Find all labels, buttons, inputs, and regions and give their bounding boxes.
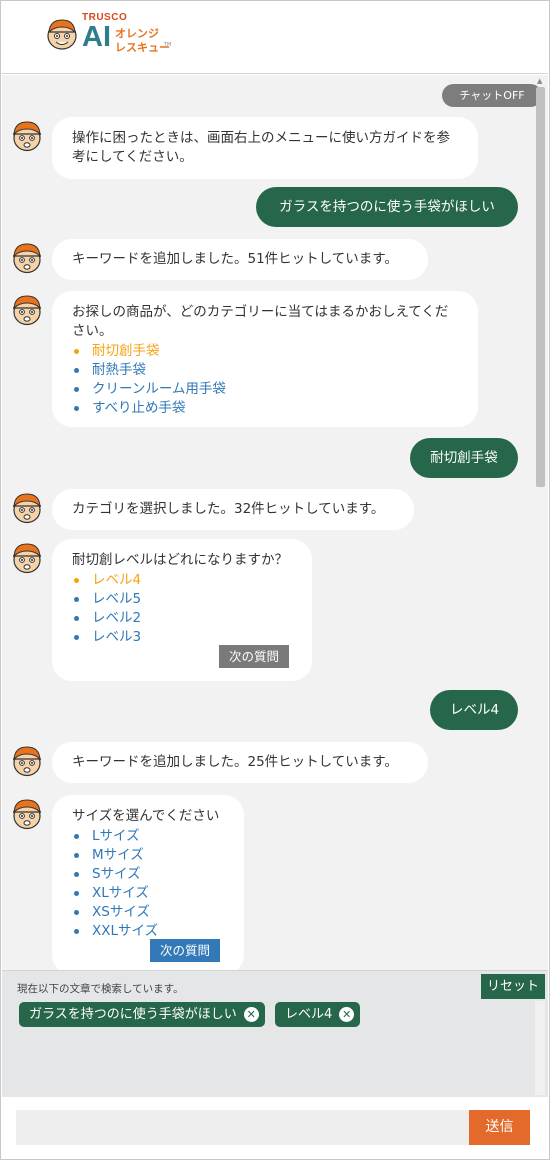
option-item[interactable]: すべり止め手袋 — [72, 399, 458, 418]
message-input[interactable] — [16, 1110, 470, 1145]
logo-trademark: TM — [164, 42, 172, 48]
scroll-up-icon[interactable]: ▲ — [537, 77, 542, 85]
bot-message: キーワードを追加しました。51件ヒットしています。 — [52, 239, 428, 280]
send-button[interactable]: 送信 — [469, 1110, 530, 1145]
close-circle-icon[interactable]: ✕ — [339, 1007, 355, 1022]
option-item-selected[interactable]: 耐切創手袋 — [72, 342, 458, 361]
bot-message: 操作に困ったときは、画面右上のメニューに使い方ガイドを参考にしてください。 — [52, 117, 478, 179]
message-input-bar: 送信 — [2, 1098, 548, 1159]
user-message: 耐切創手袋 — [410, 438, 518, 478]
search-conditions-panel: 現在以下の文章で検索しています。 リセット ガラスを持つのに使う手袋がほしい ✕… — [2, 970, 548, 1097]
search-chip: レベル4 ✕ — [275, 1002, 361, 1027]
question-text: サイズを選んでください — [72, 808, 220, 824]
bot-avatar-icon — [10, 293, 44, 327]
option-item[interactable]: XSサイズ — [72, 903, 224, 922]
next-question-button[interactable]: 次の質問 — [219, 645, 290, 668]
option-item[interactable]: レベル5 — [72, 590, 292, 609]
bot-message-level: 耐切創レベルはどれになりますか？ レベル4 レベル5 レベル2 レベル3 次の質… — [52, 539, 312, 681]
option-item[interactable]: Mサイズ — [72, 846, 224, 865]
search-chip-label: ガラスを持つのに使う手袋がほしい — [29, 1007, 237, 1022]
header: TRUSCO AI オレンジ レスキュー TM — [2, 2, 548, 74]
option-item[interactable]: Lサイズ — [72, 827, 224, 846]
option-item-selected[interactable]: レベル4 — [72, 571, 292, 590]
chat-off-button[interactable]: チャットOFF — [442, 84, 542, 107]
option-item[interactable]: XLサイズ — [72, 884, 224, 903]
chat-log: チャットOFF 操作に困ったときは、画面右上のメニューに使い方ガイドを参考にして… — [2, 75, 548, 970]
bot-avatar-icon — [10, 541, 44, 575]
size-option-list: Lサイズ Mサイズ Sサイズ XLサイズ XSサイズ XXLサイズ — [72, 827, 224, 941]
chat-scroll-thumb[interactable] — [536, 87, 545, 487]
next-question-button[interactable]: 次の質問 — [150, 939, 221, 962]
logo-sub-line2: レスキュー — [115, 41, 170, 54]
reset-button[interactable]: リセット — [481, 974, 545, 999]
search-chip-label: レベル4 — [285, 1007, 333, 1022]
user-message: レベル4 — [430, 690, 518, 730]
close-circle-icon[interactable]: ✕ — [243, 1007, 259, 1022]
user-message: ガラスを持つのに使う手袋がほしい — [256, 187, 518, 227]
chat-scrollbar[interactable]: ▲ — [535, 75, 545, 970]
bot-message: キーワードを追加しました。25件ヒットしています。 — [52, 742, 428, 783]
bot-avatar-icon — [10, 241, 44, 275]
bot-avatar-icon — [10, 744, 44, 778]
bot-message: カテゴリを選択しました。32件ヒットしています。 — [52, 489, 414, 530]
chat-window: TRUSCO AI オレンジ レスキュー TM チャットOFF 操作に困ったとき… — [0, 0, 550, 1160]
option-item[interactable]: 耐熱手袋 — [72, 361, 458, 380]
option-item[interactable]: Sサイズ — [72, 865, 224, 884]
question-text: 耐切創レベルはどれになりますか？ — [72, 552, 288, 568]
category-option-list: 耐切創手袋 耐熱手袋 クリーンルーム用手袋 すべり止め手袋 — [72, 342, 458, 418]
conditions-scrollbar[interactable] — [535, 1001, 545, 1095]
question-text: お探しの商品が、どのカテゴリーに当てはまるかおしえてください。 — [72, 304, 449, 339]
bot-avatar-icon — [10, 491, 44, 525]
bot-message-size: サイズを選んでください Lサイズ Mサイズ Sサイズ XLサイズ XSサイズ X… — [52, 795, 244, 970]
logo-ai: AI — [82, 21, 111, 53]
option-item[interactable]: クリーンルーム用手袋 — [72, 380, 458, 399]
bot-avatar-icon — [10, 119, 44, 153]
trusco-ai-logo: TRUSCO AI オレンジ レスキュー TM — [44, 12, 184, 56]
level-option-list: レベル4 レベル5 レベル2 レベル3 — [72, 571, 292, 647]
search-chip: ガラスを持つのに使う手袋がほしい ✕ — [19, 1002, 265, 1027]
bot-message-category: お探しの商品が、どのカテゴリーに当てはまるかおしえてください。 耐切創手袋 耐熱… — [52, 291, 478, 427]
option-item[interactable]: レベル2 — [72, 609, 292, 628]
bot-avatar-icon — [10, 797, 44, 831]
search-conditions-label: 現在以下の文章で検索しています。 — [17, 983, 184, 995]
mascot-logo-icon — [47, 19, 77, 50]
